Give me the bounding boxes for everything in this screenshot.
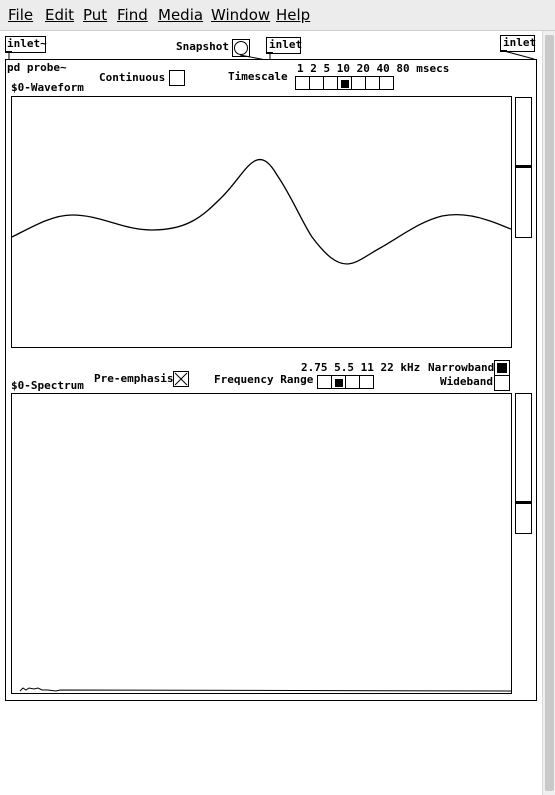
- frequency-radio-cell[interactable]: [345, 375, 360, 389]
- timescale-radio-cell[interactable]: [337, 76, 352, 90]
- frequency-radio-selected-dot: [335, 379, 343, 387]
- timescale-radio-cell[interactable]: [365, 76, 380, 90]
- patch-canvas[interactable]: inlet~ Snapshot inlet inlet pd probe~ $0…: [0, 31, 542, 795]
- timescale-radio-cell[interactable]: [379, 76, 394, 90]
- frequency-range-radio[interactable]: [317, 375, 377, 391]
- menu-media[interactable]: Media: [158, 6, 203, 24]
- spectrum-label: $0-Spectrum: [11, 379, 84, 392]
- frequency-range-label: Frequency Range: [214, 373, 314, 386]
- vertical-scrollbar[interactable]: [542, 31, 555, 795]
- continuous-label: Continuous: [99, 71, 166, 84]
- waveform-trace: [12, 158, 511, 265]
- checkbox-x-icon: [174, 372, 188, 386]
- preemphasis-label: Pre-emphasis: [94, 372, 174, 385]
- spectrum-display: [11, 393, 512, 694]
- timescale-radio-selected-dot: [341, 80, 349, 88]
- menu-file[interactable]: File: [8, 6, 33, 24]
- frequency-radio-cell[interactable]: [317, 375, 332, 389]
- pd-probe-subpatch[interactable]: pd probe~ $0-Waveform Continuous Timesca…: [5, 59, 537, 701]
- timescale-values: 1 2 5 10 20 40 80 msecs: [297, 62, 450, 75]
- menu-bar: File Edit Put Find Media Window Help: [0, 0, 555, 31]
- menu-edit[interactable]: Edit: [45, 6, 74, 24]
- menu-put[interactable]: Put: [83, 6, 107, 24]
- probe-title: pd probe~: [7, 61, 67, 74]
- narrowband-toggle[interactable]: [494, 360, 510, 376]
- frequency-values: 2.75 5.5 11 22 kHz: [301, 361, 421, 374]
- timescale-radio-cell[interactable]: [309, 76, 324, 90]
- continuous-toggle[interactable]: [169, 70, 185, 86]
- scrollbar-thumb[interactable]: [545, 35, 554, 791]
- waveform-gain-slider[interactable]: [515, 97, 532, 238]
- waveform-slider-knob[interactable]: [516, 165, 531, 168]
- preemphasis-toggle[interactable]: [173, 371, 189, 387]
- menu-window[interactable]: Window: [211, 6, 270, 24]
- frequency-radio-cell[interactable]: [359, 375, 374, 389]
- narrowband-label: Narrowband: [428, 361, 495, 374]
- timescale-radio-cell[interactable]: [351, 76, 366, 90]
- timescale-radio-cell[interactable]: [295, 76, 310, 90]
- spectrum-gain-slider[interactable]: [515, 393, 532, 534]
- wideband-label: Wideband: [440, 375, 493, 388]
- timescale-label: Timescale: [228, 70, 288, 83]
- wideband-toggle[interactable]: [494, 375, 510, 391]
- spectrum-slider-knob[interactable]: [516, 501, 531, 504]
- spectrum-trace: [19, 687, 511, 692]
- frequency-radio-cell[interactable]: [331, 375, 346, 389]
- timescale-radio[interactable]: [295, 76, 401, 92]
- menu-find[interactable]: Find: [117, 6, 148, 24]
- narrowband-fill: [497, 363, 507, 373]
- waveform-display: [11, 96, 512, 348]
- menu-help[interactable]: Help: [276, 6, 310, 24]
- waveform-label: $0-Waveform: [11, 81, 84, 94]
- timescale-radio-cell[interactable]: [323, 76, 338, 90]
